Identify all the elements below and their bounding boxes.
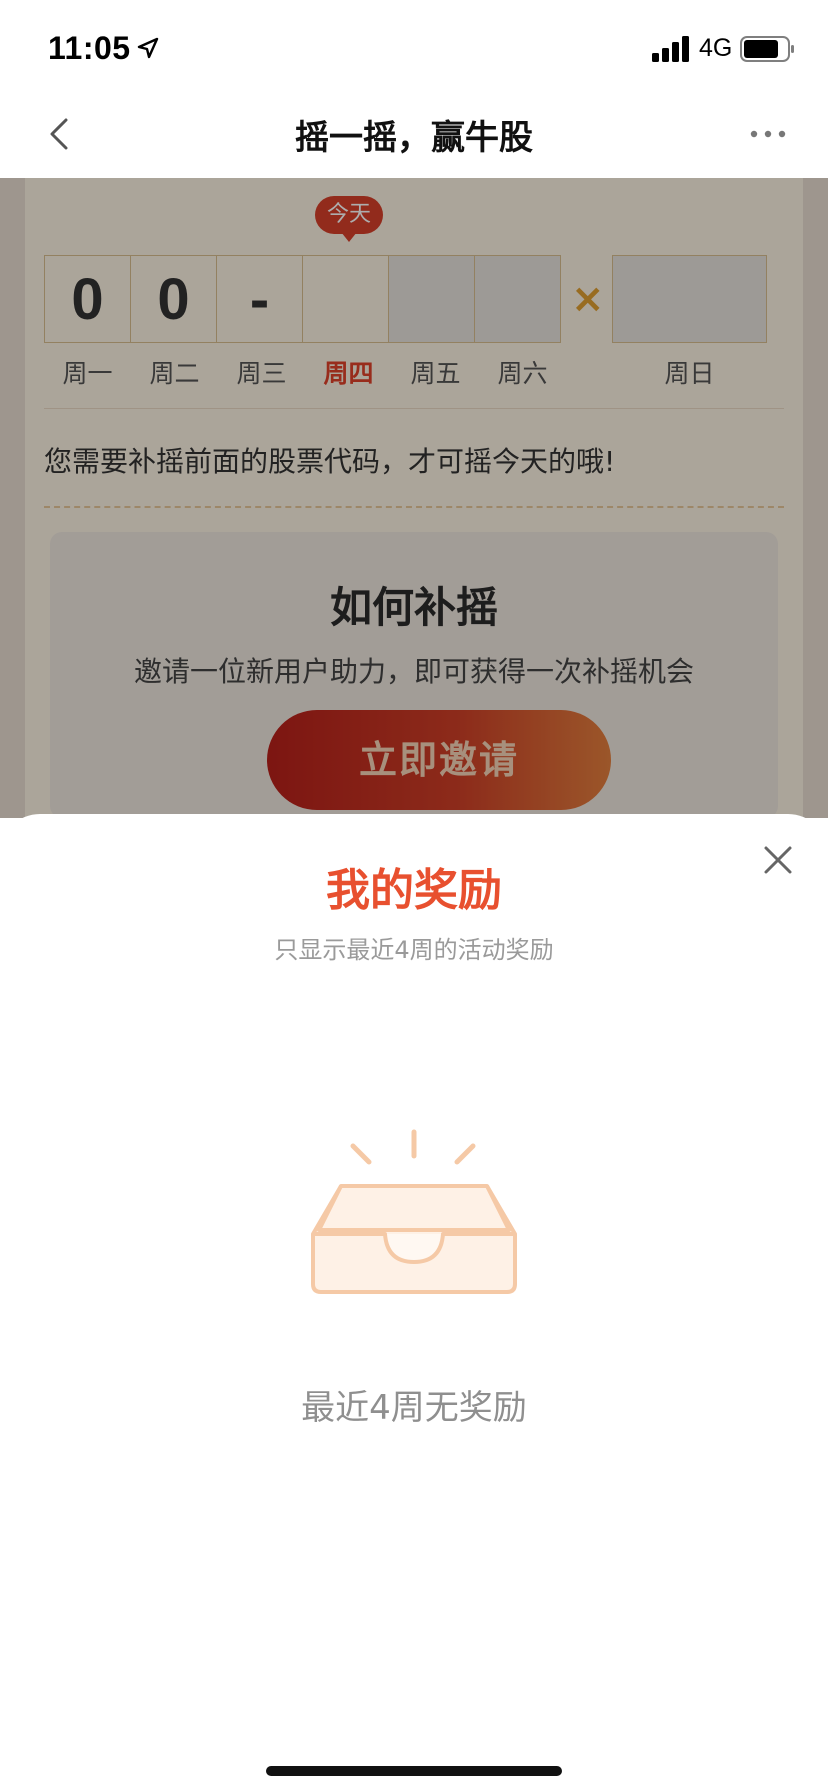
network-label: 4G [699, 34, 733, 62]
modal-overlay[interactable] [0, 178, 828, 818]
battery-icon [740, 36, 794, 62]
empty-inbox-icon [311, 1129, 517, 1294]
page-title: 摇一摇，赢牛股 [295, 118, 533, 158]
home-indicator [266, 1766, 562, 1776]
signal-bars-icon [652, 36, 689, 62]
sheet-title: 我的奖励 [326, 865, 502, 916]
status-time: 11:05 [48, 30, 131, 66]
close-icon[interactable] [762, 844, 794, 876]
location-arrow-icon [137, 37, 159, 59]
rewards-sheet: 我的奖励 只显示最近4周的活动奖励 最近4周无奖励 [0, 814, 828, 1792]
sheet-subtitle: 只显示最近4周的活动奖励 [274, 936, 554, 964]
more-dots-icon[interactable] [748, 126, 788, 142]
empty-state-text: 最近4周无奖励 [301, 1388, 527, 1428]
status-bar: 11:05 4G [0, 0, 828, 96]
nav-bar: 摇一摇，赢牛股 [0, 96, 828, 178]
